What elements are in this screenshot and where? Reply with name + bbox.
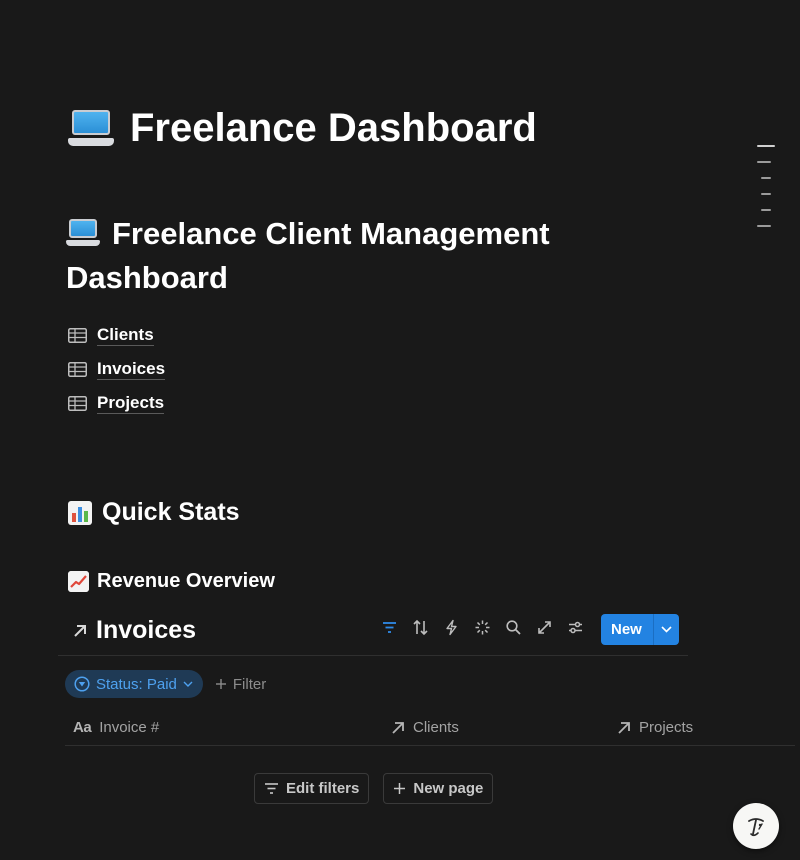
filter-icon — [265, 783, 278, 794]
status-filter-chip[interactable]: Status: Paid — [65, 670, 203, 698]
column-label: Invoice # — [99, 719, 160, 736]
chevron-down-icon — [183, 681, 193, 687]
assistant-face-icon — [748, 818, 764, 837]
new-options-chevron-icon[interactable] — [654, 626, 679, 633]
laptop-emoji-icon — [66, 219, 100, 247]
outline-bar — [761, 209, 771, 211]
status-filter-label: Status: Paid — [96, 675, 177, 693]
database-link-label: Invoices — [97, 358, 166, 380]
filter-bar: Status: Paid Filter — [65, 670, 266, 698]
database-link-label: Projects — [97, 392, 165, 414]
page-title: Freelance Dashboard — [68, 106, 537, 151]
database-links: Clients Invoices Projects — [68, 318, 166, 420]
new-page-label: New page — [413, 780, 484, 797]
outline-bar — [761, 193, 771, 195]
add-filter-label: Filter — [232, 675, 267, 693]
automation-icon[interactable] — [442, 618, 460, 636]
plus-icon — [394, 783, 406, 794]
edit-filters-label: Edit filters — [286, 780, 360, 797]
revenue-overview-heading-text: Revenue Overview — [97, 570, 275, 592]
quick-stats-heading[interactable]: Quick Stats — [68, 498, 240, 527]
outline-bar — [757, 145, 775, 147]
outline-bar — [757, 161, 771, 163]
table-header: Aa Invoice # Clients Projects — [65, 710, 795, 746]
outline-bar — [761, 177, 771, 179]
trend-chart-emoji-icon — [68, 571, 89, 592]
database-link-projects[interactable]: Projects — [68, 386, 165, 420]
new-button-label: New — [611, 621, 642, 638]
notion-page: Freelance Dashboard Freelance Client Man… — [0, 0, 800, 860]
ai-sparkle-icon[interactable] — [473, 618, 491, 636]
settings-icon[interactable] — [566, 618, 584, 636]
column-label: Projects — [639, 719, 694, 736]
table-icon — [68, 361, 87, 377]
bar-chart-emoji-icon — [68, 500, 92, 525]
search-icon[interactable] — [504, 618, 522, 636]
view-title[interactable]: Invoices — [72, 616, 196, 645]
view-title-text: Invoices — [96, 616, 197, 644]
edit-filters-button[interactable]: Edit filters — [254, 773, 370, 804]
table-of-contents-outline[interactable] — [757, 145, 775, 241]
title-aa-icon: Aa — [73, 719, 92, 736]
dashboard-heading[interactable]: Freelance Client Management Dashboard — [66, 212, 626, 300]
table-icon — [68, 395, 87, 411]
new-page-button[interactable]: New page — [383, 773, 494, 804]
quick-stats-heading-text: Quick Stats — [102, 498, 240, 526]
table-icon — [68, 327, 87, 343]
column-header-clients[interactable]: Clients — [391, 719, 459, 736]
database-link-clients[interactable]: Clients — [68, 318, 165, 352]
filter-icon[interactable] — [380, 618, 398, 636]
new-button[interactable]: New — [601, 614, 679, 645]
relation-arrow-icon — [392, 721, 404, 734]
add-filter-button[interactable]: Filter — [215, 676, 266, 693]
laptop-emoji-icon[interactable] — [68, 109, 114, 148]
plus-icon — [215, 679, 226, 689]
revenue-overview-heading[interactable]: Revenue Overview — [68, 570, 275, 593]
expand-icon[interactable] — [535, 618, 553, 636]
empty-state-actions: Edit filters New page — [254, 773, 494, 804]
outline-bar — [757, 225, 771, 227]
invoices-view-header: Invoices New — [58, 612, 688, 656]
column-label: Clients — [413, 719, 459, 736]
view-toolbar — [380, 618, 584, 636]
dashboard-heading-text: Freelance Client Management Dashboard — [66, 216, 550, 295]
sort-icon[interactable] — [411, 618, 429, 636]
status-icon — [74, 676, 90, 692]
page-title-text[interactable]: Freelance Dashboard — [130, 106, 537, 151]
relation-arrow-icon — [618, 721, 630, 734]
database-link-label: Clients — [97, 324, 154, 346]
linked-arrow-icon — [74, 624, 86, 637]
database-link-invoices[interactable]: Invoices — [68, 352, 166, 386]
notion-ai-button[interactable] — [733, 803, 779, 849]
column-header-projects[interactable]: Projects — [617, 719, 693, 736]
column-header-invoice[interactable]: Aa Invoice # — [73, 719, 159, 736]
